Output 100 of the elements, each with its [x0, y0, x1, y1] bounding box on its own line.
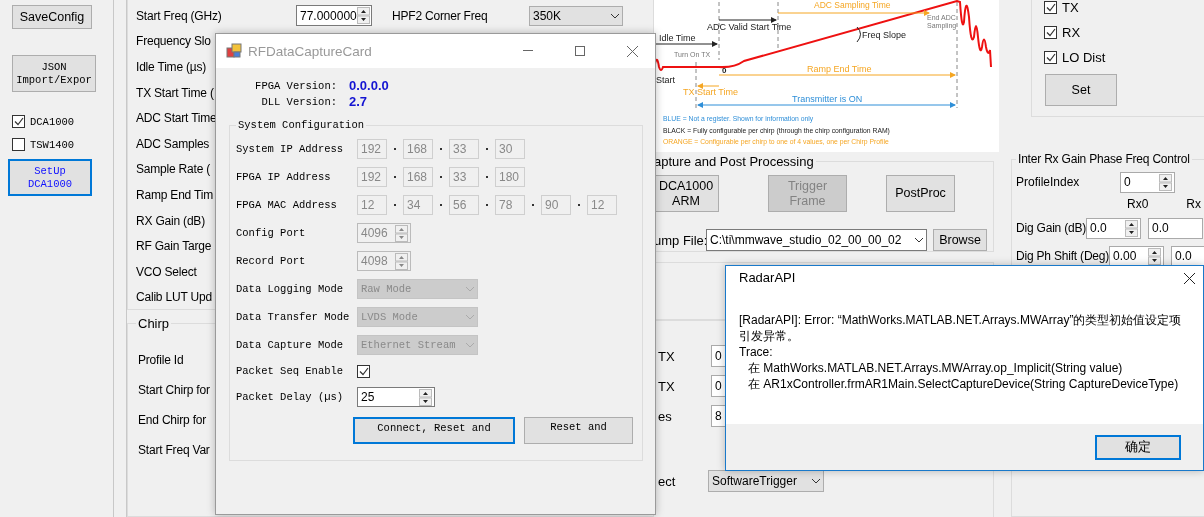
column-header: Rx — [1186, 197, 1201, 211]
group-title: Chirp — [137, 316, 171, 331]
adc-valid-arrow — [718, 17, 777, 23]
field-label: Config Port — [236, 227, 307, 239]
idle-time-arrow — [654, 41, 718, 47]
checkbox[interactable] — [12, 115, 25, 128]
window-title: RFDataCaptureCard — [248, 43, 373, 59]
number-field[interactable]: 0.0 — [1086, 217, 1142, 239]
field-label: Data Logging Mode — [236, 283, 345, 295]
number-field[interactable]: 0 — [1120, 171, 1175, 193]
spin-arrows-icon[interactable] — [1148, 247, 1162, 265]
field-label: Packet Seq Enable — [236, 365, 345, 377]
diagram-label: 0 — [722, 66, 727, 75]
group-title: Inter Rx Gain Phase Freq Control — [1017, 152, 1191, 166]
trigger-dropdown[interactable]: SoftwareTrigger — [708, 470, 824, 492]
json-import-export-button[interactable]: JSON Import/Expor — [12, 55, 96, 92]
chevron-down-icon — [610, 12, 620, 19]
slope-angle-arc — [856, 26, 861, 43]
group-title: System Configuration — [237, 119, 366, 131]
field-label: FPGA MAC Address — [236, 199, 338, 211]
address-field[interactable]: 33 — [449, 167, 479, 187]
checkbox-label: DCA1000 — [30, 115, 75, 128]
checkbox[interactable] — [12, 138, 25, 151]
chevron-down-icon — [465, 314, 475, 320]
group-title: apture and Post Processing — [654, 154, 815, 169]
app-icon — [226, 43, 242, 59]
field-label: VCO Select — [136, 264, 197, 279]
field-label: End Chirp for — [138, 413, 207, 427]
field-label: ProfileIndex — [1016, 175, 1081, 189]
action-button[interactable]: DCA1000 ARM — [654, 175, 719, 212]
number-field[interactable]: 0.00 — [1109, 245, 1165, 267]
action-button[interactable]: PostProc — [886, 175, 955, 212]
checkbox[interactable] — [357, 364, 370, 378]
checkbox[interactable] — [1044, 51, 1057, 64]
checkbox-label: TSW1400 — [30, 138, 75, 151]
address-field[interactable]: 168 — [403, 167, 433, 187]
error-message: [RadarAPI]: Error: “MathWorks.MATLAB.NET.Arrays.MWArray”的类型初始值设定项引发异常。 — [739, 312, 1183, 344]
field-label: ADC Samples — [136, 136, 210, 151]
address-field[interactable]: 56 — [449, 195, 479, 215]
version-value: 0.0.0.0 — [349, 78, 390, 93]
spin-arrows-icon[interactable] — [419, 388, 432, 406]
trace-line: 在 AR1xController.frmAR1Main.SelectCaptureDevice(String CaptureDeviceType) — [747, 376, 1180, 392]
field-label: ect — [658, 473, 677, 489]
field-label: Profile Id — [138, 353, 184, 367]
field-label: TX — [658, 348, 676, 364]
field-label: FPGA IP Address — [236, 171, 332, 183]
number-field[interactable]: 0.0 — [1148, 217, 1204, 239]
field-label: Data Capture Mode — [236, 339, 345, 351]
address-field[interactable]: 30 — [495, 139, 525, 159]
field-label: Start Freq Var — [138, 443, 210, 457]
trace-line: 在 MathWorks.MATLAB.NET.Arrays.MWArray.op_Implicit(String value) — [747, 360, 1124, 376]
diagram-label: Freq Slope — [862, 30, 907, 40]
diagram-label: Idle Time — [659, 33, 696, 43]
field-label: TX — [658, 378, 676, 394]
diagram-label: Ramp End Time — [807, 64, 872, 74]
set-button[interactable]: Set — [1045, 74, 1117, 106]
version-label: DLL Version: — [260, 95, 337, 108]
field-label: TX Start Time ( — [136, 85, 214, 100]
trace-label: Trace: — [739, 344, 774, 360]
path-dropdown[interactable]: C:\ti\mmwave_studio_02_00_00_02 — [706, 229, 927, 251]
field-label: Record Port — [236, 255, 307, 267]
close-icon[interactable] — [1184, 272, 1195, 284]
dropdown[interactable]: 350K — [529, 5, 623, 26]
address-field[interactable]: 34 — [403, 195, 433, 215]
diagram-label: Start — [656, 75, 675, 85]
ok-button[interactable]: 确定 — [1095, 434, 1181, 460]
version-label: FPGA Version: — [254, 79, 337, 92]
setup-dca1000-button[interactable]: SetUp DCA1000 — [8, 159, 92, 196]
address-field[interactable]: 33 — [449, 139, 479, 159]
address-field[interactable]: 168 — [403, 139, 433, 159]
field-label: Calib LUT Upd — [136, 290, 212, 305]
field-label: HPF2 Corner Freq — [392, 8, 489, 23]
field-label: Dig Gain (dB) — [1016, 221, 1087, 235]
number-field[interactable]: 25 — [357, 387, 435, 407]
field-label: Sample Rate ( — [136, 162, 211, 177]
spin-arrows-icon[interactable] — [356, 7, 370, 25]
address-field[interactable]: 90 — [541, 195, 571, 215]
field-label: RX Gain (dB) — [136, 213, 205, 228]
checkbox[interactable] — [1044, 26, 1057, 39]
checkbox[interactable] — [1044, 1, 1057, 14]
save-config-button[interactable]: SaveConfig — [12, 5, 92, 29]
diagram-label: ADC Sampling Time — [814, 0, 891, 10]
spin-arrows-icon[interactable] — [1125, 219, 1139, 237]
number-field[interactable]: 77.000000 — [296, 5, 372, 27]
chevron-down-icon — [465, 286, 475, 292]
field-label: Start Chirp for — [138, 383, 210, 397]
version-value: 2.7 — [349, 94, 369, 109]
field-label: System IP Address — [236, 143, 345, 155]
connect-button[interactable]: Connect, Reset and — [353, 417, 515, 444]
spin-arrows-icon[interactable] — [1159, 173, 1172, 191]
browse-button[interactable]: Browse — [933, 229, 987, 251]
number-field[interactable]: 0.0 — [1171, 245, 1204, 267]
field-label: Frequency Slo — [136, 34, 211, 49]
connect-button[interactable]: Reset and — [524, 417, 633, 444]
checkbox-label: LO Dist — [1062, 50, 1106, 65]
tx-start-arrow — [697, 83, 720, 89]
field-label: Start Freq (GHz) — [136, 8, 223, 23]
field-label: Ramp End Tim — [136, 187, 213, 202]
chevron-down-icon — [465, 342, 475, 348]
dialog-title: RadarAPI — [739, 270, 796, 286]
